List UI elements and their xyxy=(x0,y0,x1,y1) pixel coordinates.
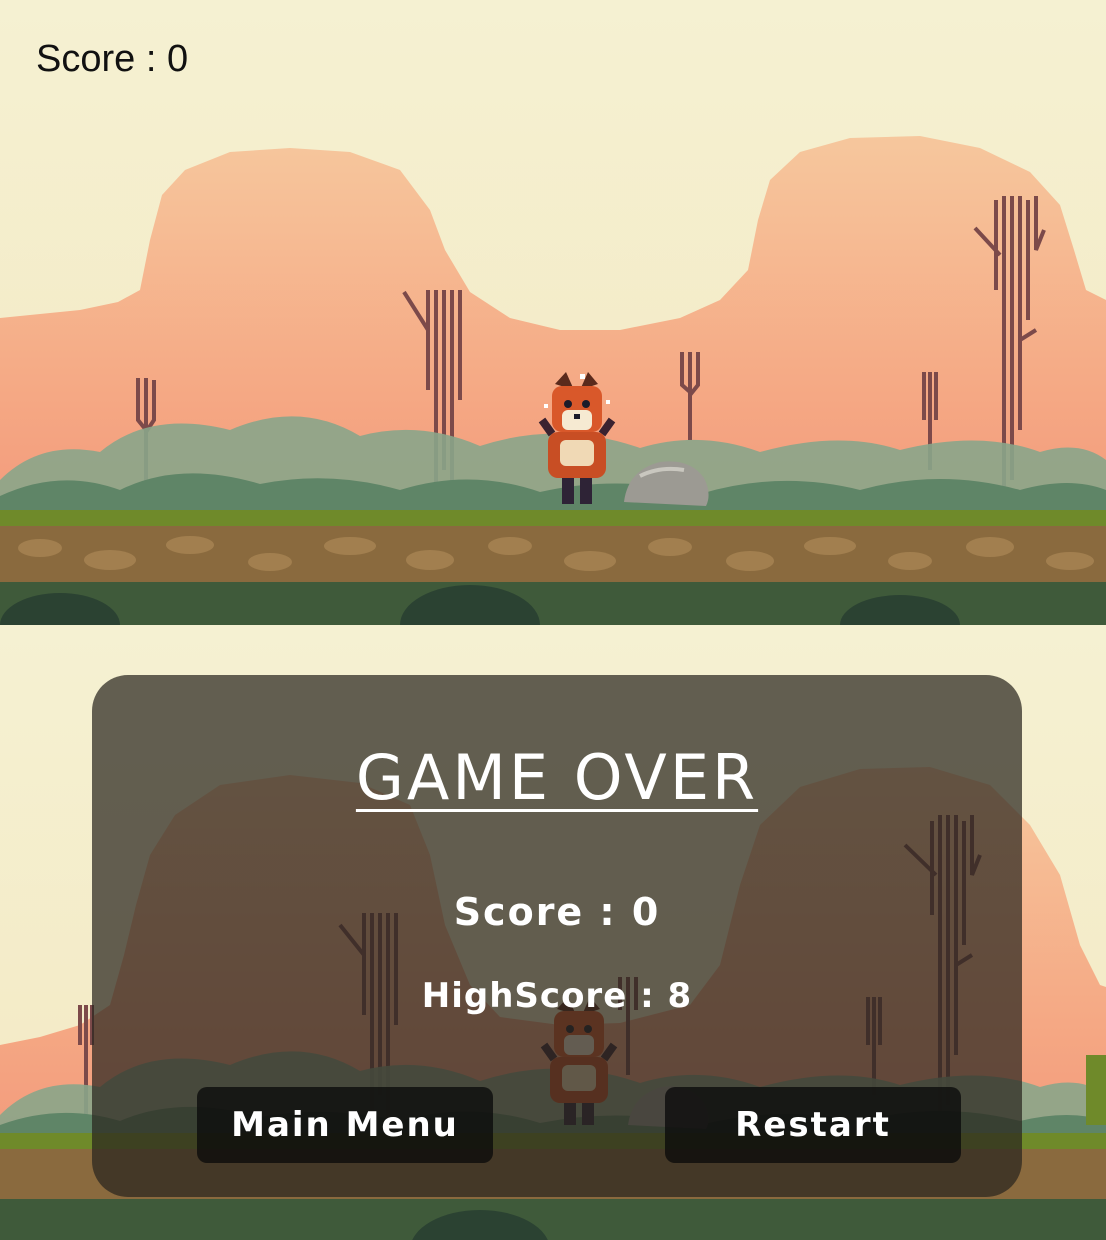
game-over-dialog: GAME OVER Score : 0 HighScore : 8 Main M… xyxy=(92,675,1022,1197)
game-over-title: GAME OVER xyxy=(92,747,1022,809)
game-over-title-text: GAME OVER xyxy=(355,741,759,814)
restart-button[interactable]: Restart xyxy=(665,1087,961,1163)
hud-score-label: Score : 0 xyxy=(36,38,189,80)
background-scene xyxy=(0,0,1106,625)
highscore-label: HighScore : 8 xyxy=(421,976,693,1016)
gameplay-view: Score : 0 xyxy=(0,0,1106,625)
final-score-label: Score : 0 xyxy=(453,890,661,934)
ground-undergrowth xyxy=(0,1199,1106,1240)
game-screen: Score : 0 GAME OVER Score: 0 HighScore … xyxy=(0,0,1106,1240)
main-menu-button[interactable]: Main Menu xyxy=(197,1087,493,1163)
ground-dirt xyxy=(0,526,1106,582)
game-over-view: GAME OVER Score : 0 HighScore : 8 Main M… xyxy=(0,625,1106,1240)
ground-grass xyxy=(0,510,1106,526)
